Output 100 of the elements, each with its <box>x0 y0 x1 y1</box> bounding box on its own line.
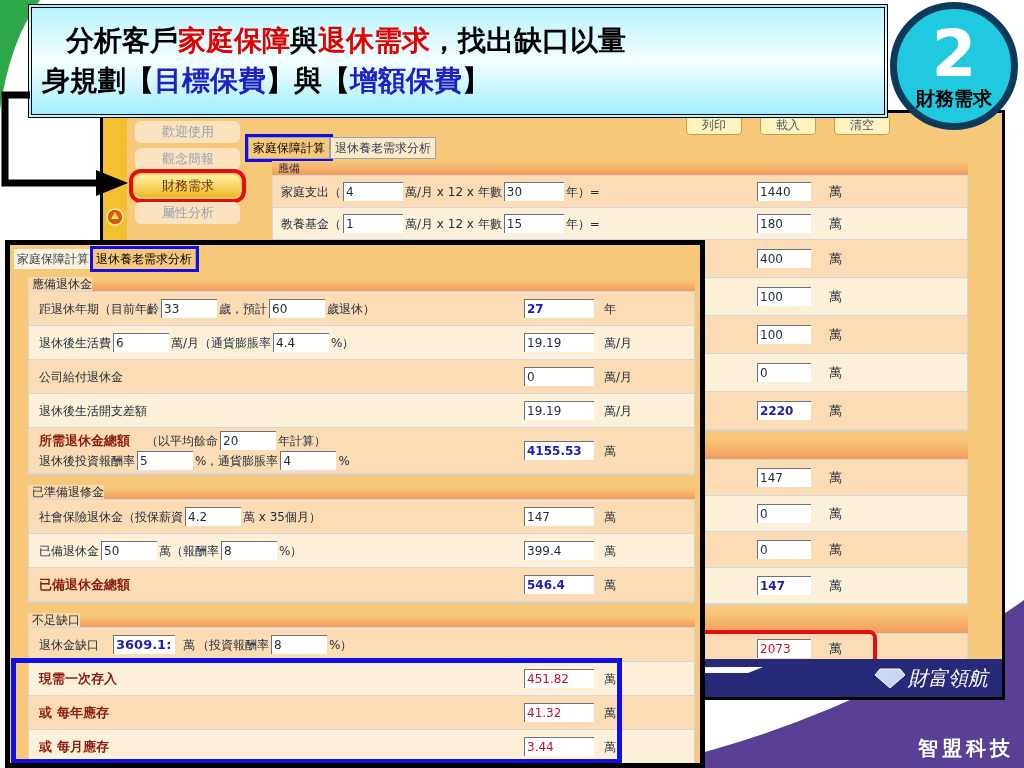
field-label: 萬 <box>183 636 195 654</box>
field-label: 退休後生活費 <box>39 334 111 352</box>
input-field[interactable]: 15 <box>503 214 564 233</box>
input-field[interactable]: 399.4 <box>524 541 594 560</box>
input-field[interactable]: 4155.53 <box>524 441 594 460</box>
field-label: %） <box>331 334 355 352</box>
tab[interactable]: 家庭保障計算 <box>14 249 93 269</box>
unit-label: 萬/月 <box>603 334 634 352</box>
field-label: 已備退休金總額 <box>39 575 130 594</box>
field-label: % <box>338 452 350 470</box>
field-label: 退休金缺口 <box>39 636 99 654</box>
field-label: 教養基金（ <box>281 215 341 233</box>
title-text: 家庭保障 <box>178 23 290 59</box>
field-label: 年計算） <box>278 432 326 450</box>
unit-label: 萬 <box>828 468 843 487</box>
unit-label: 萬 <box>603 670 617 688</box>
input-field[interactable]: 8 <box>221 541 277 560</box>
input-field[interactable]: 4.2 <box>185 507 241 526</box>
title-text: 身規劃【 <box>42 63 154 99</box>
input-field[interactable]: 5 <box>137 451 193 471</box>
title-text: 】 <box>462 63 490 99</box>
unit-label: 萬 <box>828 401 843 420</box>
input-field[interactable]: 147 <box>524 507 594 526</box>
badge-label: 財務需求 <box>916 86 992 110</box>
field-label: 歲，預計 <box>219 300 267 318</box>
title-text: ，找出缺口以量 <box>430 23 626 59</box>
field-label: 公司給付退休金 <box>39 368 123 386</box>
input-field[interactable]: 147 <box>757 576 811 595</box>
input-field[interactable]: 2220 <box>757 401 811 420</box>
unit-label: 萬 <box>828 325 843 344</box>
field-label: 退休後生活開支差額 <box>39 402 147 420</box>
input-field[interactable]: 451.82 <box>524 669 594 688</box>
input-field[interactable]: 27 <box>524 299 594 318</box>
input-field[interactable]: 1440 <box>757 182 811 201</box>
unit-label: 萬 <box>828 214 843 233</box>
input-field[interactable]: 33 <box>161 299 217 318</box>
input-field[interactable]: 20 <box>220 431 276 450</box>
company-name: 智盟科技 <box>918 735 1014 762</box>
section-title: 應備 <box>277 162 300 175</box>
input-field[interactable]: 41.32 <box>524 703 594 722</box>
tab[interactable]: 退休養老需求分析 <box>93 249 196 269</box>
input-field[interactable]: 100 <box>757 287 811 306</box>
input-field[interactable]: 19.19 <box>524 401 594 420</box>
field-label: %） <box>279 542 303 560</box>
title-text: 分析客戶 <box>66 23 178 59</box>
unit-label: 萬/月 <box>603 368 634 386</box>
input-field[interactable]: 100 <box>757 325 811 344</box>
field-label: 或 每年應存 <box>39 703 109 722</box>
tab[interactable]: 退休養老需求分析 <box>330 137 436 159</box>
field-label: 年）= <box>565 215 600 233</box>
step-number: 2 <box>931 22 977 86</box>
section-title: 應備退休金 <box>28 277 92 291</box>
input-field[interactable]: 147 <box>757 468 811 487</box>
logo-text: 財富領航 <box>908 665 988 692</box>
input-field[interactable]: 4.4 <box>273 333 330 352</box>
unit-label: 萬 <box>603 508 617 526</box>
field-label: 家庭支出（ <box>281 183 341 201</box>
input-field[interactable]: 180 <box>757 214 811 233</box>
field-label: 萬 x 35個月） <box>243 508 321 526</box>
unit-label: 年 <box>603 300 617 318</box>
input-field[interactable]: 4 <box>280 451 337 471</box>
input-field[interactable]: 3609.1: <box>113 635 175 654</box>
input-field[interactable]: 0 <box>757 363 811 382</box>
unit-label: 萬 <box>828 249 843 268</box>
unit-label: 萬 <box>603 738 617 756</box>
input-field[interactable]: 3.44 <box>524 737 594 756</box>
input-field[interactable]: 8 <box>271 635 327 654</box>
field-label: %） <box>329 636 353 654</box>
section-title: 不足缺口 <box>28 613 80 627</box>
title-text: 】與【 <box>266 63 350 99</box>
title-text: 增額保費 <box>350 63 462 99</box>
input-field[interactable]: 6 <box>113 333 169 352</box>
title-text: 與 <box>290 23 318 59</box>
tab[interactable]: 家庭保障計算 <box>248 137 330 159</box>
unit-label: 萬 <box>603 442 617 460</box>
unit-label: 萬 <box>603 576 617 594</box>
title-text: 目標保費 <box>154 63 266 99</box>
input-field[interactable]: 0 <box>757 504 811 523</box>
unit-label: 萬/月 <box>603 402 634 420</box>
input-field[interactable]: 2073 <box>757 639 811 658</box>
input-field[interactable]: 19.19 <box>524 333 594 352</box>
input-field[interactable]: 30 <box>503 182 564 201</box>
input-field[interactable]: 4 <box>343 182 403 201</box>
unit-label: 萬 <box>828 363 843 382</box>
input-field[interactable]: 546.4 <box>524 575 594 594</box>
field-label: （以平均餘命 <box>146 432 218 450</box>
field-label: 萬（報酬率 <box>159 542 219 560</box>
input-field[interactable]: 50 <box>101 541 157 560</box>
unit-label: 萬 <box>828 576 843 595</box>
input-field[interactable]: 0 <box>757 540 811 559</box>
unit-label: 萬 <box>828 287 843 306</box>
field-label: 萬/月（通貨膨脹率 <box>171 334 272 352</box>
input-field[interactable]: 400 <box>757 249 811 268</box>
input-field[interactable]: 1 <box>343 214 403 233</box>
field-label: 歲退休） <box>327 300 375 318</box>
input-field[interactable]: 0 <box>524 367 594 386</box>
unit-label: 萬 <box>603 704 617 722</box>
unit-label: 萬 <box>603 542 617 560</box>
section-title: 已準備退修金 <box>28 485 104 499</box>
input-field[interactable]: 60 <box>269 299 325 318</box>
